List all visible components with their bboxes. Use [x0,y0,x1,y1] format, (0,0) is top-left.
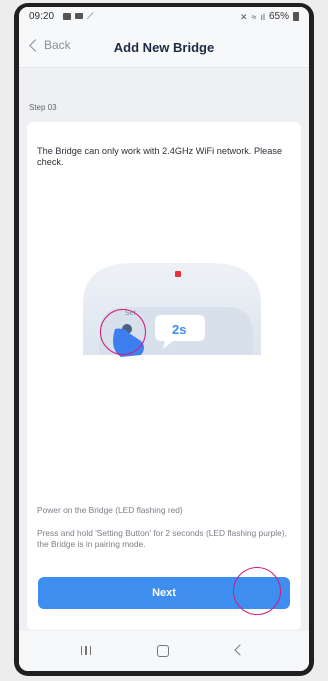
hold-time-label: 2s [172,322,186,337]
header-bar: Back Add New Bridge [19,27,309,68]
instruction-card: The Bridge can only work with 2.4GHz WiF… [27,122,301,630]
pairing-instruction: Press and hold 'Setting Button' for 2 se… [37,528,287,549]
recent-apps-icon[interactable] [79,643,93,657]
system-nav-bar [19,631,309,671]
bridge-illustration: Set 2s [83,263,261,357]
battery-icon [293,12,299,21]
status-bar: 09:20 ⟋ ✕ ≈ ıl 65% [19,7,309,27]
app-screen: 09:20 ⟋ ✕ ≈ ıl 65% Back Add New Bridge S… [19,7,309,671]
next-button[interactable]: Next [38,577,290,609]
folder-icon [75,13,83,19]
power-on-instruction: Power on the Bridge (LED flashing red) [37,505,183,515]
home-icon[interactable] [157,645,169,657]
led-indicator [175,271,181,277]
status-time: 09:20 [29,11,55,22]
status-right: ✕ ≈ ıl 65% [240,11,299,22]
signal-icon: ıl [260,11,265,22]
system-back-icon[interactable] [234,644,246,656]
battery-percent: 65% [268,11,289,22]
mute-icon: ✕ [239,11,248,22]
notification-icons: ⟋ [63,11,94,21]
wifi-requirement-text: The Bridge can only work with 2.4GHz WiF… [37,146,283,167]
set-button-label: Set [125,310,136,317]
gallery-icon [63,12,71,20]
step-label: Step 03 [29,103,57,112]
phone-frame: 09:20 ⟋ ✕ ≈ ıl 65% Back Add New Bridge S… [14,3,314,676]
tool-icon: ⟋ [87,11,94,21]
wifi-icon: ≈ [251,11,257,22]
page-title: Add New Bridge [113,40,215,55]
